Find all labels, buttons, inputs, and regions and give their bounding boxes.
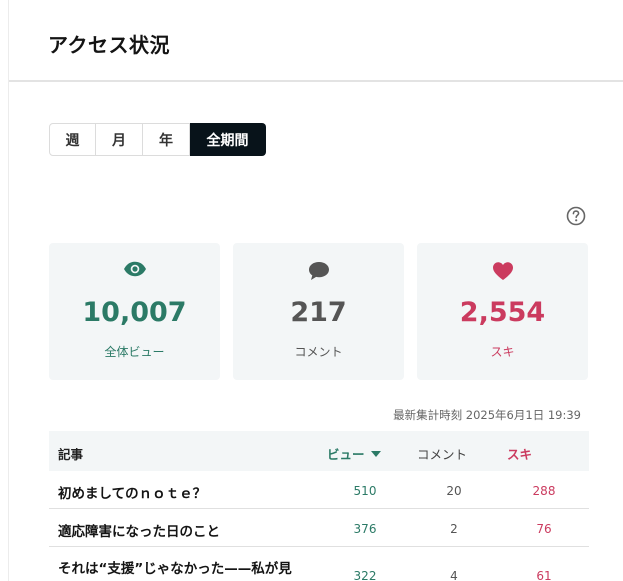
last-updated-time: 最新集計時刻 2025年6月1日 19:39 [393, 408, 581, 422]
row-views: 376 [353, 522, 377, 536]
column-header-likes[interactable]: スキ [507, 444, 532, 463]
row-views: 322 [353, 569, 377, 581]
left-divider [8, 0, 9, 581]
likes-label: スキ [490, 345, 515, 359]
article-title-link[interactable]: 初めましてのｎｏｔｅ？ [58, 482, 313, 502]
row-likes: 61 [536, 569, 552, 581]
views-stat-card: 10,007 全体ビュー [49, 243, 220, 380]
tab-year[interactable]: 年 [143, 123, 190, 156]
article-title-link[interactable]: それは“支援”じゃなかった——私が見 [58, 557, 313, 577]
page-title: アクセス状況 [48, 33, 170, 57]
column-header-comments[interactable]: コメント [417, 444, 467, 463]
page-header: アクセス状況 [9, 0, 623, 82]
article-stats-table: 記事 ビュー コメント スキ 初めましてのｎｏｔｅ？ 510 20 288 適応… [49, 431, 589, 581]
heart-icon [492, 262, 513, 280]
column-header-article: 記事 [58, 447, 84, 462]
likes-total: 2,554 [459, 297, 546, 328]
row-views: 510 [353, 484, 377, 498]
speech-bubble-icon [308, 262, 329, 280]
article-title-link[interactable]: 適応障害になった日のこと [58, 520, 313, 540]
column-header-views-label: ビュー [327, 447, 365, 462]
access-status-page: アクセス状況 週 月 年 全期間 10,007 全体ビュー 217 コメント 2… [0, 0, 623, 581]
caret-down-icon [370, 450, 381, 457]
row-comments: 2 [450, 522, 458, 536]
row-likes: 76 [536, 522, 552, 536]
eye-icon [123, 261, 146, 277]
comments-label: コメント [294, 345, 343, 359]
table-row[interactable]: 適応障害になった日のこと 376 2 76 [49, 509, 589, 547]
row-comments: 20 [446, 484, 462, 498]
table-header: 記事 ビュー コメント スキ [49, 431, 589, 471]
row-comments: 4 [450, 569, 458, 581]
question-circle-icon[interactable] [566, 206, 586, 226]
views-label: 全体ビュー [104, 345, 165, 359]
table-row[interactable]: 初めましてのｎｏｔｅ？ 510 20 288 [49, 471, 589, 509]
comments-stat-card: 217 コメント [233, 243, 404, 380]
column-header-views[interactable]: ビュー [327, 444, 381, 463]
comments-total: 217 [290, 297, 347, 328]
period-tabs: 週 月 年 全期間 [49, 123, 266, 156]
tab-all-time[interactable]: 全期間 [190, 123, 266, 156]
likes-stat-card: 2,554 スキ [417, 243, 588, 380]
row-likes: 288 [532, 484, 556, 498]
table-row[interactable]: それは“支援”じゃなかった——私が見 322 4 61 [49, 547, 589, 581]
views-total: 10,007 [82, 297, 187, 328]
tab-week[interactable]: 週 [49, 123, 96, 156]
tab-month[interactable]: 月 [96, 123, 143, 156]
